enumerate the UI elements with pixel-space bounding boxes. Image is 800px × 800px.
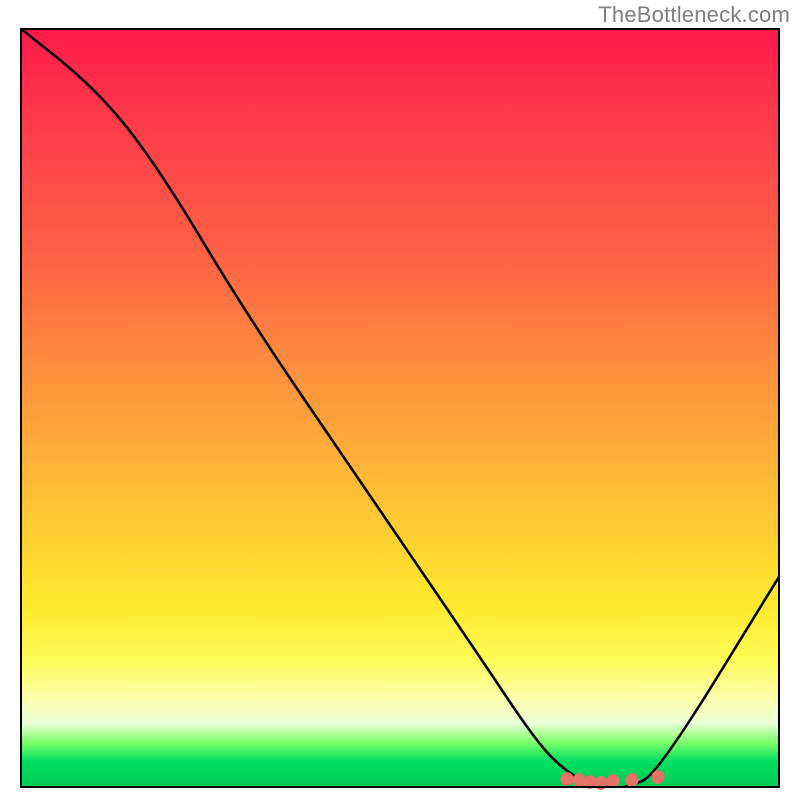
plot-area <box>20 28 780 788</box>
attribution-text: TheBottleneck.com <box>598 2 790 28</box>
data-markers <box>20 28 780 788</box>
chart-root: TheBottleneck.com <box>0 0 800 800</box>
data-marker <box>604 772 621 789</box>
data-marker <box>623 772 640 789</box>
data-marker <box>650 769 667 786</box>
